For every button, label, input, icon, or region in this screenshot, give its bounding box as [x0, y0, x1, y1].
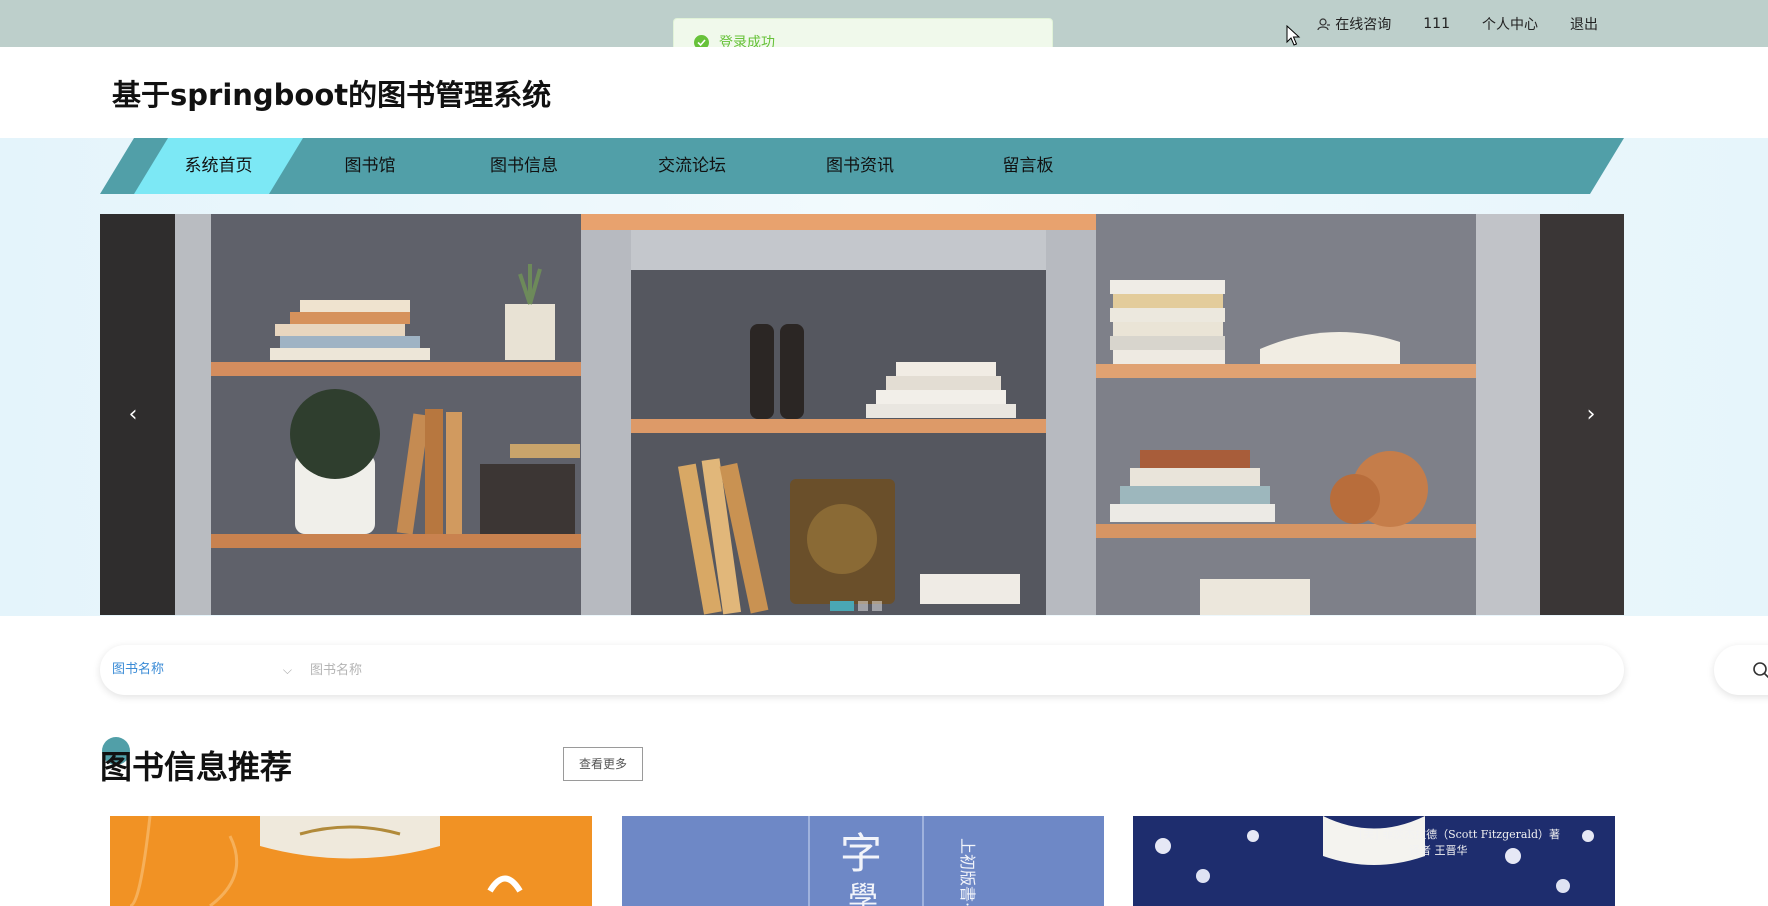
bookshelf-photo	[100, 214, 1624, 615]
book-cover-orange	[110, 816, 592, 906]
online-consult-link[interactable]: 在线咨询	[1317, 14, 1391, 34]
cover-author: [美] 菲茨杰拉德（Scott Fitzgerald）著	[1359, 827, 1560, 841]
search-button[interactable]	[1714, 645, 1768, 695]
book-cover-navy: [美] 菲茨杰拉德（Scott Fitzgerald）著 译者 王晋华	[1133, 816, 1615, 906]
book-card-1[interactable]	[110, 816, 592, 906]
online-consult-label: 在线咨询	[1335, 17, 1392, 33]
banner-carousel: ‹ ›	[100, 214, 1624, 615]
view-more-button[interactable]: 查看更多	[563, 747, 643, 781]
cover-text-xue: 學	[848, 881, 878, 906]
site-header: 基于springboot的图书管理系统	[0, 47, 1768, 138]
carousel-next-arrow[interactable]: ›	[1576, 400, 1606, 430]
search-field-select[interactable]: 图书名称 ⌵	[112, 645, 292, 695]
chevron-down-icon: ⌵	[282, 663, 292, 677]
profile-center-link[interactable]: 个人中心	[1482, 14, 1538, 34]
search-icon	[1753, 662, 1768, 679]
book-cover-blue: 字 上初版書· 學	[622, 816, 1104, 906]
section-title: 图书信息推荐	[100, 748, 293, 786]
cover-text-vertical: 上初版書·	[958, 838, 977, 906]
search-input[interactable]	[310, 645, 1590, 695]
carousel-dot-1[interactable]	[830, 601, 854, 611]
nav-item-book-news[interactable]: 图书资讯	[790, 138, 930, 194]
logout-link[interactable]: 退出	[1570, 14, 1598, 34]
nav-item-forum[interactable]: 交流论坛	[622, 138, 762, 194]
carousel-prev-arrow[interactable]: ‹	[118, 400, 148, 430]
nav-item-library[interactable]: 图书馆	[310, 138, 430, 194]
site-title: 基于springboot的图书管理系统	[112, 78, 552, 112]
book-card-3[interactable]: [美] 菲茨杰拉德（Scott Fitzgerald）著 译者 王晋华	[1133, 816, 1615, 906]
top-links: 在线咨询 111 个人中心 退出	[1317, 14, 1598, 34]
carousel-indicators	[830, 601, 882, 611]
search-field-value: 图书名称	[112, 662, 165, 677]
main-nav: 系统首页 图书馆 图书信息 交流论坛 图书资讯 留言板	[100, 138, 1624, 194]
carousel-dot-3[interactable]	[872, 601, 882, 611]
nav-item-home[interactable]: 系统首页	[134, 138, 303, 194]
mouse-cursor-icon	[1286, 25, 1301, 46]
cover-translator: 译者 王晋华	[1409, 843, 1468, 857]
search-bar: 图书名称 ⌵	[100, 645, 1624, 695]
carousel-dot-2[interactable]	[858, 601, 868, 611]
nav-item-book-info[interactable]: 图书信息	[454, 138, 594, 194]
nav-item-message-board[interactable]: 留言板	[958, 138, 1098, 194]
book-card-2[interactable]: 字 上初版書· 學	[622, 816, 1104, 906]
user-headset-icon	[1317, 18, 1331, 31]
cover-text-zi: 字	[840, 829, 882, 878]
username-link[interactable]: 111	[1423, 16, 1450, 32]
